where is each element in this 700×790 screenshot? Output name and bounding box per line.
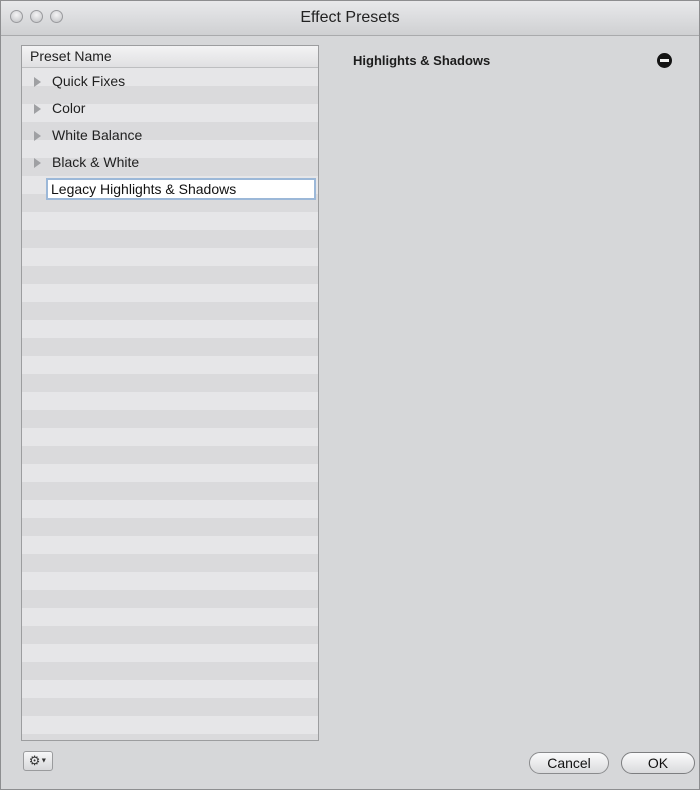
gear-icon[interactable]: ⚙▼ bbox=[23, 751, 53, 771]
disclosure-triangle-icon[interactable] bbox=[34, 104, 41, 114]
remove-effect-icon[interactable] bbox=[657, 53, 672, 68]
preset-group-label: Black & White bbox=[52, 154, 140, 170]
preset-list: Quick Fixes Color White Balance Black & … bbox=[22, 68, 318, 740]
preset-group-label: White Balance bbox=[52, 127, 143, 143]
preset-name-column-header[interactable]: Preset Name bbox=[22, 46, 318, 68]
preset-group-quick-fixes[interactable]: Quick Fixes bbox=[22, 68, 318, 95]
disclosure-triangle-icon[interactable] bbox=[34, 131, 41, 141]
title-bar: Effect Presets bbox=[1, 1, 699, 36]
preset-group-white-balance[interactable]: White Balance bbox=[22, 122, 318, 149]
preset-detail-title: Highlights & Shadows bbox=[353, 53, 491, 68]
preset-group-label: Quick Fixes bbox=[52, 73, 126, 89]
effect-presets-window: Effect Presets Preset Name Quick Fixes C… bbox=[0, 0, 700, 790]
preset-rename-row[interactable] bbox=[22, 176, 318, 204]
disclosure-triangle-icon[interactable] bbox=[34, 77, 41, 87]
preset-name-input[interactable] bbox=[46, 178, 316, 200]
preset-group-black-and-white[interactable]: Black & White bbox=[22, 149, 318, 176]
cancel-button[interactable]: Cancel bbox=[529, 752, 609, 774]
disclosure-triangle-icon[interactable] bbox=[34, 158, 41, 168]
ok-button[interactable]: OK bbox=[621, 752, 695, 774]
preset-list-panel: Preset Name Quick Fixes Color White Bala… bbox=[21, 45, 319, 741]
window-title: Effect Presets bbox=[300, 9, 400, 26]
preset-group-color[interactable]: Color bbox=[22, 95, 318, 122]
preset-group-label: Color bbox=[52, 100, 86, 116]
